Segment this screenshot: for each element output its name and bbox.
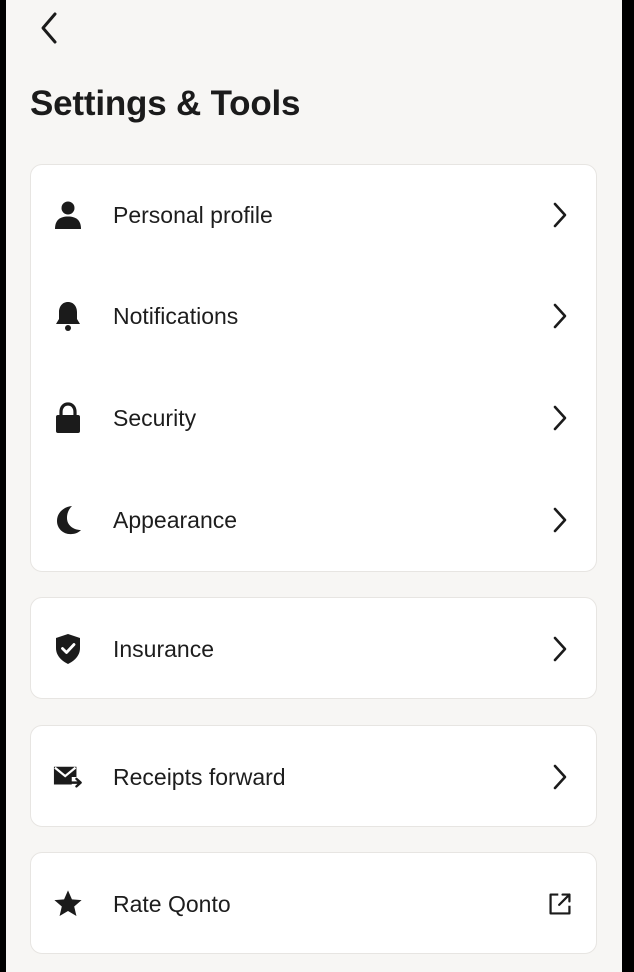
mail-forward-icon [53,762,83,792]
chevron-left-icon [41,12,57,44]
back-button[interactable] [32,10,66,46]
chevron-right-icon [548,403,572,433]
settings-group-receipts: Receipts forward [30,725,597,827]
external-link-icon [548,889,572,919]
settings-item-label: Appearance [113,506,238,533]
chevron-right-icon [548,301,572,331]
settings-item-label: Insurance [113,635,215,662]
chevron-right-icon [548,200,572,230]
settings-group-account: Personal profile Notifications Security … [30,164,597,572]
settings-item-appearance[interactable]: Appearance [31,469,596,571]
settings-item-label: Security [113,404,197,431]
chevron-right-icon [548,634,572,664]
lock-icon [53,402,83,433]
settings-item-label: Personal profile [113,201,273,228]
chevron-right-icon [548,762,572,792]
settings-item-notifications[interactable]: Notifications [31,265,596,367]
settings-item-label: Notifications [113,302,239,329]
settings-item-insurance[interactable]: Insurance [31,598,596,700]
chevron-right-icon [548,505,572,535]
star-icon [53,889,83,919]
settings-item-label: Receipts forward [113,763,286,790]
bell-icon [53,301,83,331]
settings-item-personal-profile[interactable]: Personal profile [31,165,596,265]
settings-screen: Settings & Tools Personal profile Notifi… [6,0,622,972]
page-title: Settings & Tools [30,84,301,123]
settings-item-label: Rate Qonto [113,890,231,917]
settings-item-receipts-forward[interactable]: Receipts forward [31,726,596,828]
settings-group-rate: Rate Qonto [30,852,597,954]
moon-icon [53,505,83,535]
settings-item-rate-qonto[interactable]: Rate Qonto [31,853,596,955]
settings-group-insurance: Insurance [30,597,597,699]
settings-item-security[interactable]: Security [31,367,596,469]
shield-check-icon [53,634,83,664]
person-icon [53,200,83,230]
